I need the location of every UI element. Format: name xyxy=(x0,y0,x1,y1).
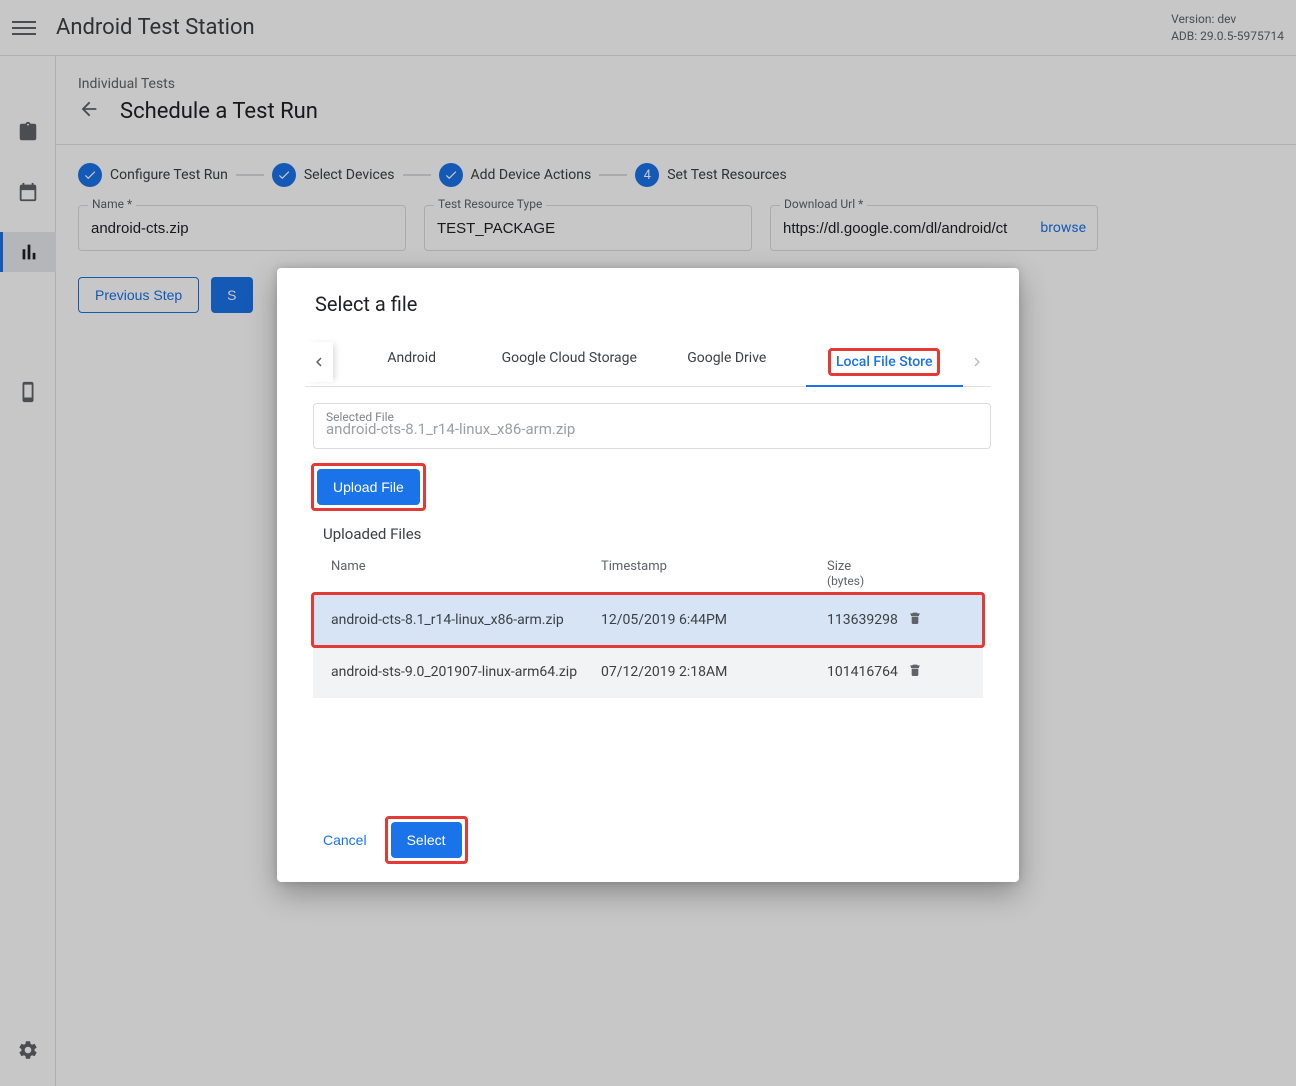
tab-scroll-left-icon[interactable] xyxy=(305,342,333,382)
selected-file-field: Selected File android-cts-8.1_r14-linux_… xyxy=(313,403,991,449)
tab-local-file-store[interactable]: Local File Store xyxy=(806,338,964,386)
uploaded-files-title: Uploaded Files xyxy=(323,525,991,543)
delete-icon[interactable] xyxy=(907,610,937,630)
tab-gcs[interactable]: Google Cloud Storage xyxy=(491,338,649,386)
cancel-button[interactable]: Cancel xyxy=(313,822,377,858)
table-row[interactable]: android-cts-8.1_r14-linux_x86-arm.zip 12… xyxy=(313,594,983,646)
select-button[interactable]: Select xyxy=(391,822,462,858)
tab-drive[interactable]: Google Drive xyxy=(648,338,806,386)
dialog-title: Select a file xyxy=(315,292,991,316)
delete-icon[interactable] xyxy=(907,662,937,682)
select-file-dialog: Select a file Android Google Cloud Stora… xyxy=(277,268,1019,882)
dialog-actions: Cancel Select xyxy=(313,818,991,862)
tab-android[interactable]: Android xyxy=(333,338,491,386)
file-table: Name Timestamp Size(bytes) android-cts-8… xyxy=(313,553,983,698)
upload-file-button[interactable]: Upload File xyxy=(317,469,420,505)
tab-bar: Android Google Cloud Storage Google Driv… xyxy=(305,338,991,387)
tab-scroll-right-icon[interactable] xyxy=(963,342,991,382)
table-header: Name Timestamp Size(bytes) xyxy=(313,553,983,594)
selected-file-value: android-cts-8.1_r14-linux_x86-arm.zip xyxy=(326,420,978,438)
table-row[interactable]: android-sts-9.0_201907-linux-arm64.zip 0… xyxy=(313,646,983,698)
